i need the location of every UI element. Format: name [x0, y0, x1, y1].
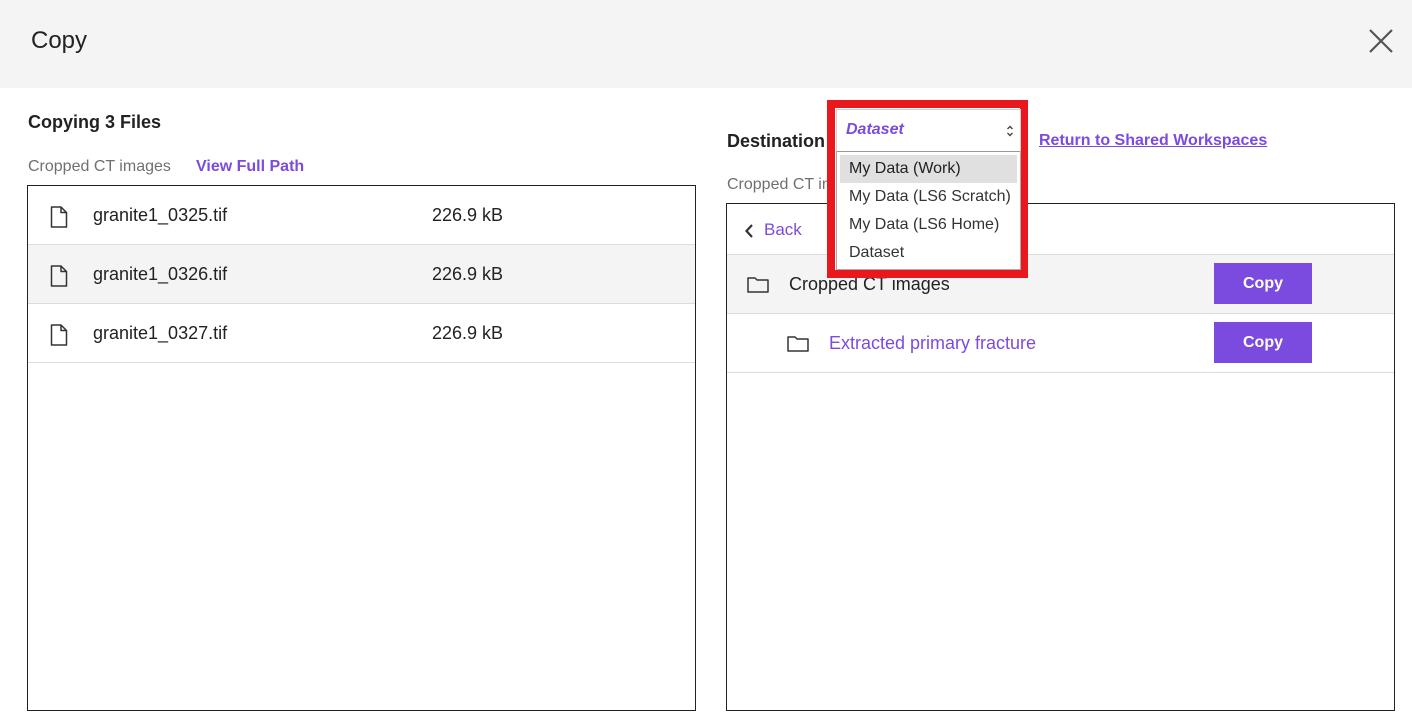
file-size: 226.9 kB: [432, 205, 504, 225]
file-name: granite1_0325.tif: [93, 205, 228, 225]
file-size: 226.9 kB: [432, 323, 504, 343]
copying-files-heading: Copying 3 Files: [28, 112, 162, 132]
dialog-header: Copy: [0, 0, 1412, 88]
file-row[interactable]: granite1_0326.tif 226.9 kB: [28, 245, 695, 304]
dialog-title: Copy: [31, 27, 88, 54]
source-file-list: granite1_0325.tif 226.9 kB granite1_0326…: [27, 185, 696, 711]
file-name: granite1_0327.tif: [93, 323, 228, 343]
back-label: Back: [764, 220, 802, 239]
dropdown-option-ls6-home[interactable]: My Data (LS6 Home): [840, 211, 1017, 239]
file-icon: [50, 324, 68, 346]
folder-icon: [787, 335, 809, 352]
destination-dropdown-menu: My Data (Work) My Data (LS6 Scratch) My …: [836, 152, 1021, 270]
folder-icon: [747, 276, 769, 293]
file-row[interactable]: granite1_0325.tif 226.9 kB: [28, 186, 695, 245]
copy-to-folder-button[interactable]: Copy: [1214, 322, 1312, 363]
view-full-path-link[interactable]: View Full Path: [196, 158, 304, 176]
select-arrows-icon: [1005, 123, 1015, 139]
dropdown-option-my-data-work[interactable]: My Data (Work): [840, 155, 1017, 183]
file-row[interactable]: granite1_0327.tif 226.9 kB: [28, 304, 695, 363]
destination-folder-list: Back Cropped CT images Copy Extracted pr…: [726, 203, 1395, 711]
file-name: granite1_0326.tif: [93, 264, 228, 284]
source-path: Cropped CT images: [28, 158, 171, 175]
dropdown-option-ls6-scratch[interactable]: My Data (LS6 Scratch): [840, 183, 1017, 211]
dropdown-option-dataset[interactable]: Dataset: [840, 239, 1017, 267]
file-icon: [50, 206, 68, 228]
destination-system-select[interactable]: Dataset: [836, 109, 1021, 152]
destination-label: Destination: [727, 131, 826, 151]
return-to-shared-workspaces-link[interactable]: Return to Shared Workspaces: [1039, 132, 1267, 150]
file-size: 226.9 kB: [432, 264, 504, 284]
file-icon: [50, 265, 68, 287]
destination-path: Cropped CT im: [727, 176, 836, 193]
folder-link[interactable]: Extracted primary fracture: [829, 333, 1036, 354]
copy-here-button[interactable]: Copy: [1214, 263, 1312, 304]
folder-row[interactable]: Extracted primary fracture Copy: [727, 314, 1394, 373]
close-icon[interactable]: [1366, 26, 1396, 56]
select-value: Dataset: [846, 121, 904, 138]
chevron-left-icon: [744, 223, 754, 239]
